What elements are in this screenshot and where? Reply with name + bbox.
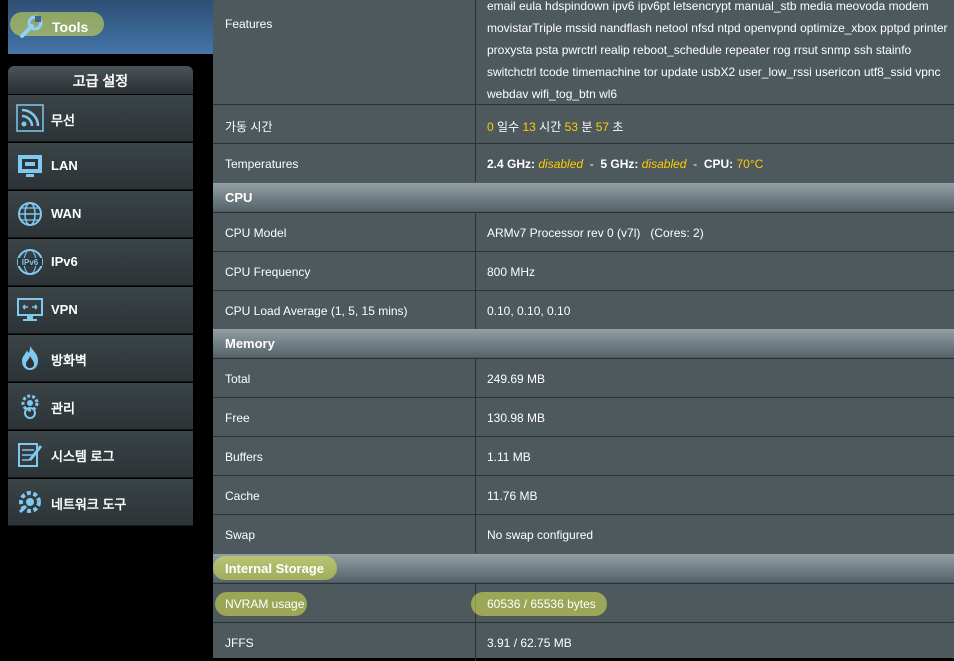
temp-separator: - [693, 157, 698, 171]
wrench-icon [20, 15, 43, 38]
cpu-load-row: CPU Load Average (1, 5, 15 mins) 0.10, 0… [213, 290, 954, 329]
jffs-value: 3.91 / 62.75 MB [487, 636, 572, 650]
sidebar-item-label: LAN [51, 158, 78, 173]
storage-section-header: Internal Storage [213, 554, 954, 582]
uptime-value: 0 일수 13 시간 53 분 57 초 [487, 118, 623, 135]
sidebar-item-wan[interactable]: WAN [8, 191, 193, 238]
uptime-seconds-unit: 초 [612, 120, 624, 134]
sidebar-item-label: VPN [51, 302, 78, 317]
memory-free-value: 130.98 MB [487, 411, 546, 425]
sidebar-item-label: 시스템 로그 [51, 449, 115, 464]
sidebar-item-label: WAN [51, 206, 82, 221]
memory-free-label: Free [225, 411, 250, 425]
memory-section-header: Memory [213, 329, 954, 357]
uptime-label: 가동 시간 [225, 120, 273, 134]
temp-cpu-value: 70°C [736, 157, 764, 171]
sidebar-item-tools-label: Tools [52, 19, 89, 35]
storage-section-title: Internal Storage [225, 561, 324, 576]
temperatures-value: 2.4 GHz: disabled - 5 GHz: disabled - CP… [487, 157, 763, 171]
uptime-hours: 13 [522, 120, 536, 134]
memory-row: Cache 11.76 MB [213, 475, 954, 514]
cpu-model-row: CPU Model ARMv7 Processor rev 0 (v7l) (C… [213, 212, 954, 251]
memory-cache-value: 11.76 MB [487, 489, 538, 503]
memory-row: Buffers 1.11 MB [213, 436, 954, 475]
sidebar-item-label: 무선 [51, 113, 75, 128]
vpn-icon [17, 298, 43, 321]
uptime-minutes: 53 [564, 120, 578, 134]
firewall-icon [22, 346, 38, 370]
temperatures-row: Temperatures 2.4 GHz: disabled - 5 GHz: … [213, 143, 954, 182]
sidebar-item-label: 방화벽 [51, 353, 87, 368]
memory-total-label: Total [225, 372, 251, 386]
lan-icon [18, 155, 42, 177]
memory-buffers-label: Buffers [225, 450, 263, 464]
uptime-minutes-unit: 분 [581, 120, 593, 134]
system-log-icon [18, 443, 43, 467]
temp-cpu-label: CPU: [703, 157, 734, 171]
temp-separator: - [589, 157, 594, 171]
uptime-seconds: 57 [595, 120, 610, 134]
temp-24ghz-value: disabled [538, 157, 584, 171]
features-label: Features [225, 17, 273, 31]
temp-5ghz-value: disabled [641, 157, 687, 171]
sidebar-item-tools[interactable]: Tools [8, 0, 221, 54]
temp-5ghz-label: 5 GHz: [600, 157, 639, 171]
network-tools-icon [18, 491, 41, 514]
cpu-section-title: CPU [225, 190, 253, 205]
memory-buffers-value: 1.11 MB [487, 450, 531, 464]
sidebar-item-admin[interactable]: 관리 [8, 383, 193, 430]
cpu-frequency-row: CPU Frequency 800 MHz [213, 251, 954, 290]
sidebar-item-label: 네트워크 도구 [51, 497, 127, 512]
memory-section-title: Memory [225, 336, 275, 351]
nvram-value: 60536 / 65536 bytes [487, 597, 596, 611]
cpu-load-label: CPU Load Average (1, 5, 15 mins) [225, 304, 408, 318]
sidebar-item-system-log[interactable]: 시스템 로그 [8, 431, 193, 478]
temp-24ghz-label: 2.4 GHz: [487, 157, 536, 171]
temperatures-label: Temperatures [225, 157, 299, 171]
nvram-row: NVRAM usage 60536 / 65536 bytes [213, 583, 954, 622]
memory-row: Free 130.98 MB [213, 397, 954, 436]
cpu-load-value: 0.10, 0.10, 0.10 [487, 304, 571, 318]
memory-cache-label: Cache [225, 489, 260, 503]
uptime-days: 0 [487, 120, 494, 134]
sidebar-item-lan[interactable]: LAN [8, 143, 193, 190]
memory-row: Total 249.69 MB [213, 358, 954, 397]
svg-text:IPv6: IPv6 [22, 258, 39, 267]
sidebar-item-label: 관리 [51, 401, 75, 416]
features-value: email eula hdspindown ipv6 ipv6pt letsen… [487, 0, 948, 101]
uptime-days-unit: 일수 [497, 120, 520, 134]
sidebar-item-wireless[interactable]: 무선 [8, 95, 193, 142]
sidebar-item-network-tools[interactable]: 네트워크 도구 [8, 479, 193, 526]
sidebar-item-ipv6[interactable]: IPv6 IPv6 [8, 239, 193, 286]
cpu-frequency-label: CPU Frequency [225, 265, 311, 279]
sidebar-item-label: IPv6 [51, 254, 78, 269]
wan-globe-icon [18, 202, 42, 226]
nvram-label: NVRAM usage [225, 597, 305, 611]
jffs-row: JFFS 3.91 / 62.75 MB [213, 622, 954, 661]
memory-total-value: 249.69 MB [487, 372, 546, 386]
cpu-section-header: CPU [213, 183, 954, 211]
sidebar-item-firewall[interactable]: 방화벽 [8, 335, 193, 382]
cpu-model-value: ARMv7 Processor rev 0 (v7l) (Cores: 2) [487, 226, 704, 240]
cpu-frequency-value: 800 MHz [487, 265, 536, 279]
uptime-row: 가동 시간 0 일수 13 시간 53 분 57 초 [213, 104, 954, 143]
advanced-settings-header: 고급 설정 [8, 66, 193, 94]
memory-row: Swap No swap configured [213, 514, 954, 553]
uptime-hours-unit: 시간 [539, 120, 562, 134]
admin-gear-icon [21, 394, 39, 419]
sidebar-item-vpn[interactable]: VPN [8, 287, 193, 334]
memory-swap-label: Swap [225, 528, 256, 542]
ipv6-icon: IPv6 [17, 249, 43, 275]
cpu-model-label: CPU Model [225, 226, 287, 240]
jffs-label: JFFS [225, 636, 254, 650]
sidebar: Tools 고급 설정 무선 LAN WAN IPv6 IPv6 VPN 방화벽… [0, 0, 221, 658]
memory-swap-value: No swap configured [487, 528, 594, 542]
wireless-icon [16, 104, 44, 132]
